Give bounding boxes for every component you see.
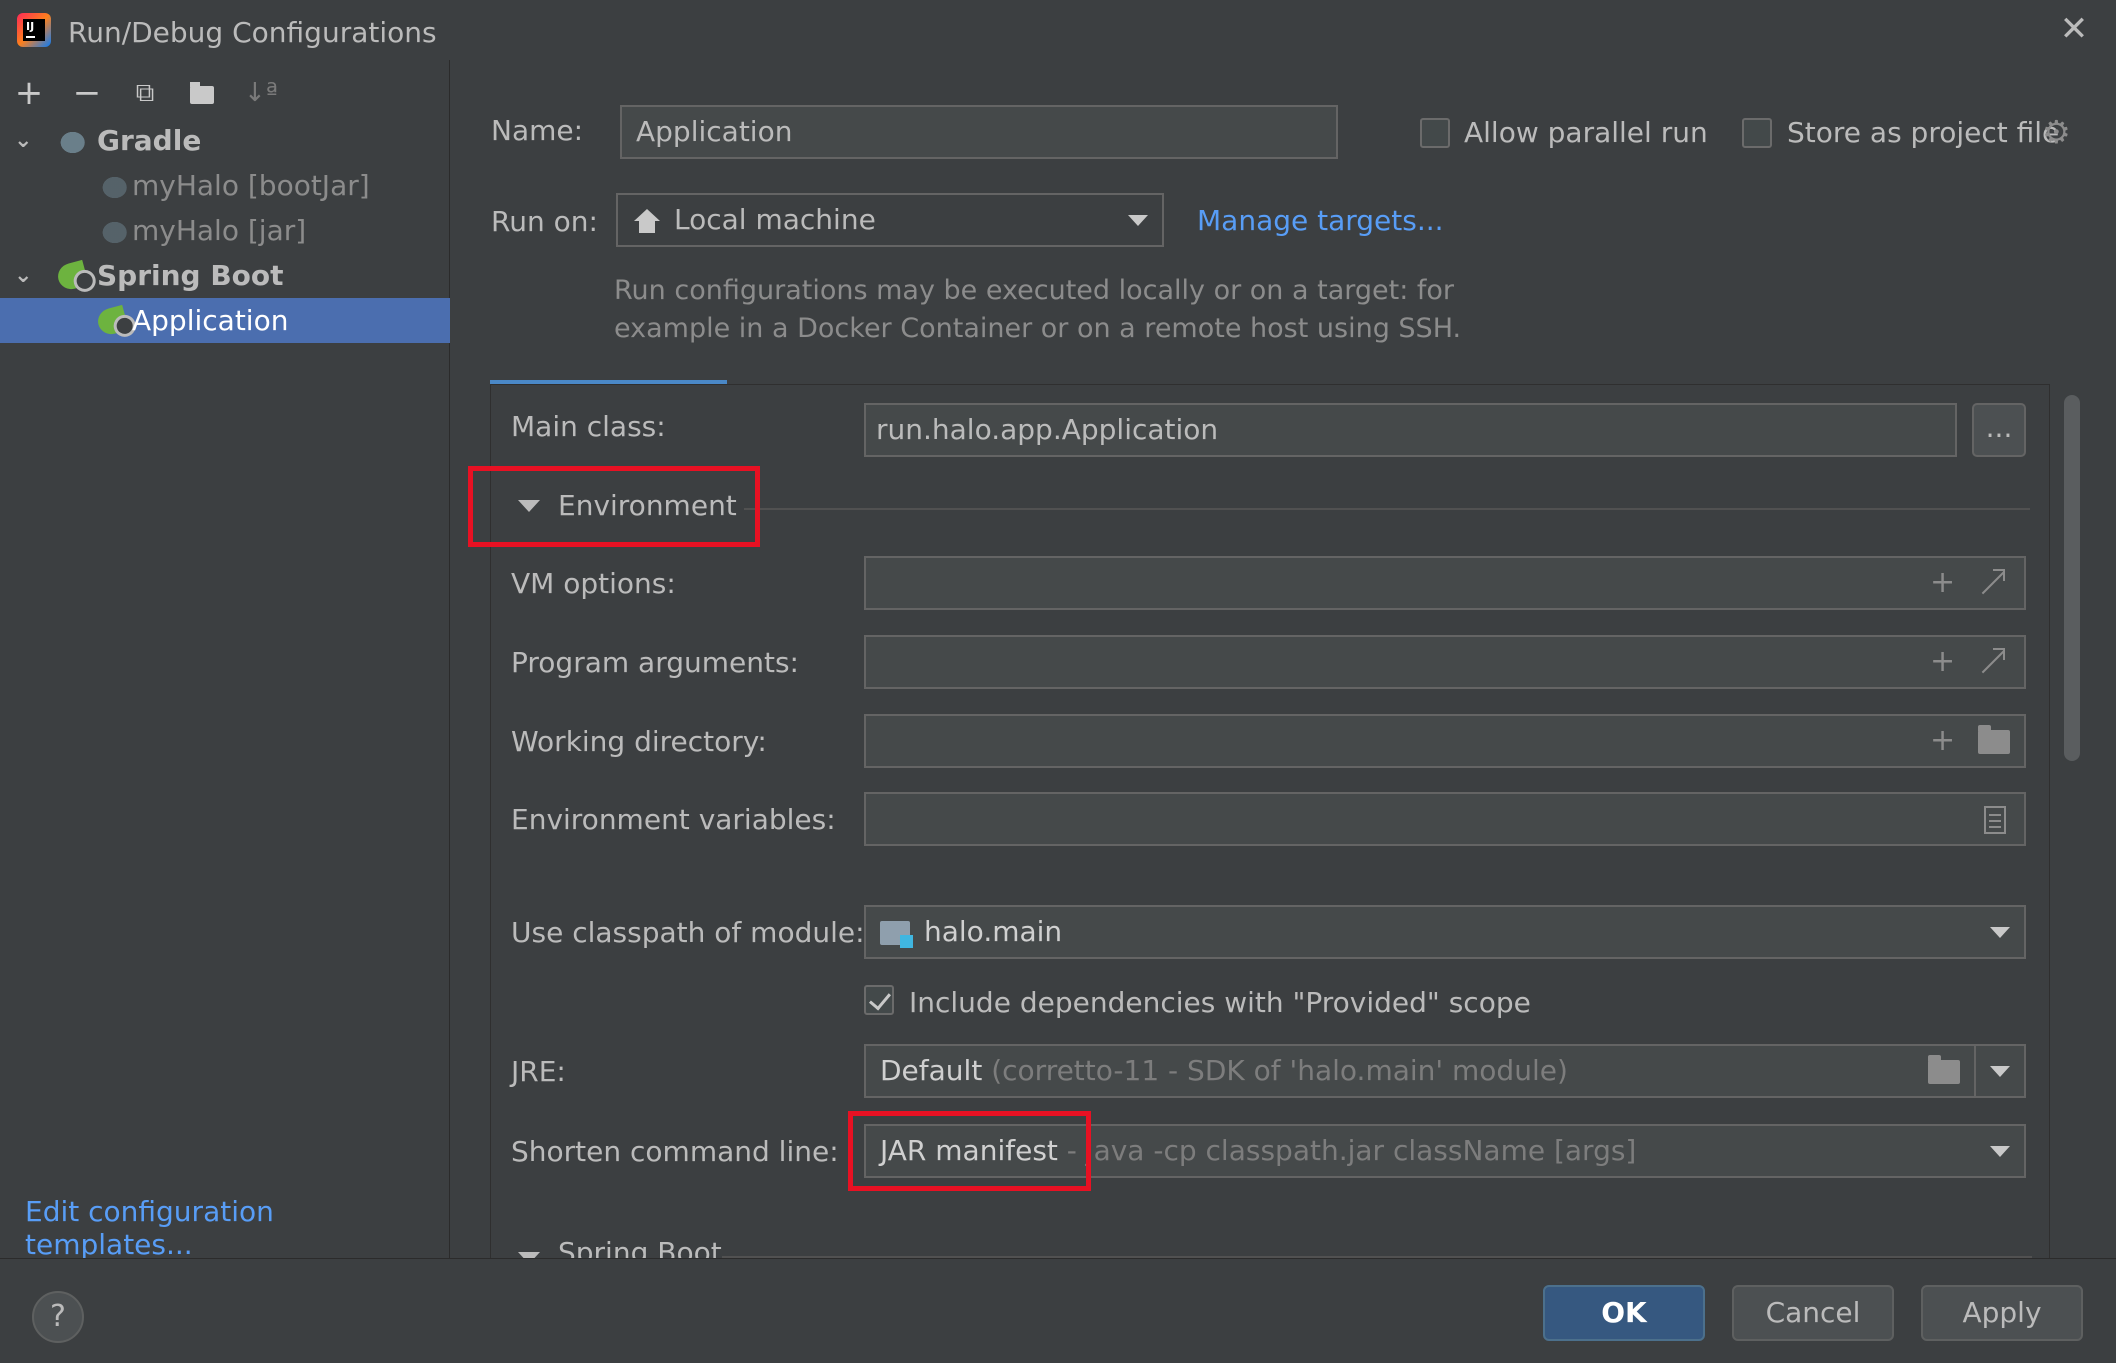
- section-separator: [744, 508, 2030, 510]
- expand-icon[interactable]: [1978, 569, 2005, 596]
- store-project-checkbox[interactable]: [1742, 118, 1772, 148]
- vertical-scrollbar[interactable]: [2064, 395, 2080, 761]
- close-icon[interactable]: ✕: [2058, 12, 2090, 46]
- vm-options-field[interactable]: +: [864, 556, 2026, 610]
- new-folder-icon[interactable]: [186, 76, 220, 110]
- highlight-box: [848, 1111, 1091, 1191]
- spring-boot-section-toggle[interactable]: Spring Boot: [558, 1236, 722, 1258]
- gradle-icon: [54, 126, 88, 156]
- sort-icon[interactable]: ↓ª: [244, 76, 278, 110]
- program-args-label: Program arguments:: [511, 646, 799, 679]
- plus-icon[interactable]: +: [1930, 647, 1955, 677]
- chevron-down-icon: [1128, 215, 1148, 226]
- intellij-logo-icon: IJ: [17, 13, 51, 47]
- shorten-cmdline-label: Shorten command line:: [511, 1135, 839, 1168]
- run-debug-dialog: IJ Run/Debug Configurations ✕ + − ⧉ ↓ª ⌄…: [0, 0, 2116, 1363]
- ok-button[interactable]: OK: [1543, 1285, 1705, 1341]
- allow-parallel-checkbox[interactable]: [1420, 118, 1450, 148]
- env-vars-field[interactable]: [864, 792, 2026, 846]
- home-icon: [634, 209, 660, 233]
- dialog-button-bar: ? OK Cancel Apply: [0, 1258, 2116, 1363]
- classpath-label: Use classpath of module:: [511, 916, 865, 949]
- cancel-button[interactable]: Cancel: [1732, 1285, 1894, 1341]
- main-class-label: Main class:: [511, 410, 666, 443]
- chevron-down-icon[interactable]: ⌄: [14, 253, 32, 298]
- tree-item[interactable]: myHalo [bootJar]: [0, 163, 450, 208]
- tree-group-spring-boot[interactable]: ⌄ Spring Boot: [0, 253, 450, 298]
- folder-icon[interactable]: [1978, 725, 2010, 754]
- tree-group-gradle[interactable]: ⌄ Gradle: [0, 118, 450, 163]
- program-args-field[interactable]: +: [864, 635, 2026, 689]
- tree-item[interactable]: myHalo [jar]: [0, 208, 450, 253]
- run-on-hint-line1: Run configurations may be executed local…: [614, 275, 1455, 306]
- chevron-down-icon: [1990, 1146, 2010, 1157]
- run-on-label: Run on:: [491, 205, 598, 238]
- jre-label: JRE:: [511, 1055, 566, 1088]
- highlight-box: [468, 466, 760, 547]
- remove-icon[interactable]: −: [70, 76, 104, 110]
- document-icon[interactable]: [1984, 806, 2006, 834]
- manage-targets-link[interactable]: Manage targets...: [1197, 204, 1444, 237]
- module-folder-icon: [880, 921, 913, 948]
- main-class-field[interactable]: run.halo.app.Application: [864, 403, 1957, 457]
- apply-button[interactable]: Apply: [1921, 1285, 2083, 1341]
- folder-icon[interactable]: [1928, 1055, 1960, 1084]
- name-label: Name:: [491, 114, 584, 147]
- include-provided-checkbox[interactable]: [864, 985, 894, 1015]
- browse-button[interactable]: ...: [1972, 403, 2026, 457]
- expand-icon[interactable]: [1978, 648, 2005, 675]
- plus-icon[interactable]: +: [1930, 568, 1955, 598]
- spring-boot-icon: [95, 304, 129, 338]
- window-title: Run/Debug Configurations: [68, 16, 437, 49]
- spring-boot-section-clip: Spring Boot: [490, 1230, 2050, 1258]
- gear-icon[interactable]: ⚙: [2042, 113, 2071, 151]
- jre-combo[interactable]: Default (corretto-11 - SDK of 'halo.main…: [864, 1044, 2026, 1098]
- working-dir-label: Working directory:: [511, 725, 767, 758]
- store-project-label: Store as project file: [1787, 116, 2060, 149]
- copy-icon[interactable]: ⧉: [128, 76, 162, 110]
- chevron-down-icon[interactable]: [1990, 1066, 2010, 1077]
- gradle-icon: [96, 171, 130, 201]
- config-tree-pane: + − ⧉ ↓ª ⌄ Gradle myHalo [bootJar] myHal…: [0, 60, 450, 1261]
- run-on-combo[interactable]: Local machine: [616, 193, 1164, 247]
- classpath-module-combo[interactable]: halo.main: [864, 905, 2026, 959]
- include-provided-label: Include dependencies with "Provided" sco…: [909, 986, 1531, 1019]
- title-bar: IJ Run/Debug Configurations ✕: [0, 0, 2116, 60]
- chevron-down-icon: [1990, 927, 2010, 938]
- help-button[interactable]: ?: [32, 1291, 84, 1343]
- name-field[interactable]: Application: [620, 105, 1338, 159]
- edit-templates-link[interactable]: Edit configuration templates...: [25, 1195, 449, 1261]
- working-dir-field[interactable]: +: [864, 714, 2026, 768]
- add-icon[interactable]: +: [12, 76, 46, 110]
- gradle-icon: [96, 216, 130, 246]
- plus-icon[interactable]: +: [1930, 726, 1955, 756]
- tree-toolbar: + − ⧉ ↓ª: [0, 70, 450, 120]
- run-on-hint-line2: example in a Docker Container or on a re…: [614, 313, 1462, 344]
- env-vars-label: Environment variables:: [511, 803, 836, 836]
- allow-parallel-label: Allow parallel run: [1464, 116, 1708, 149]
- chevron-down-icon[interactable]: ⌄: [14, 118, 32, 163]
- config-tree: ⌄ Gradle myHalo [bootJar] myHalo [jar] ⌄…: [0, 118, 450, 343]
- spring-boot-icon: [55, 259, 89, 293]
- vm-options-label: VM options:: [511, 567, 676, 600]
- tree-item-application[interactable]: Application: [0, 298, 450, 343]
